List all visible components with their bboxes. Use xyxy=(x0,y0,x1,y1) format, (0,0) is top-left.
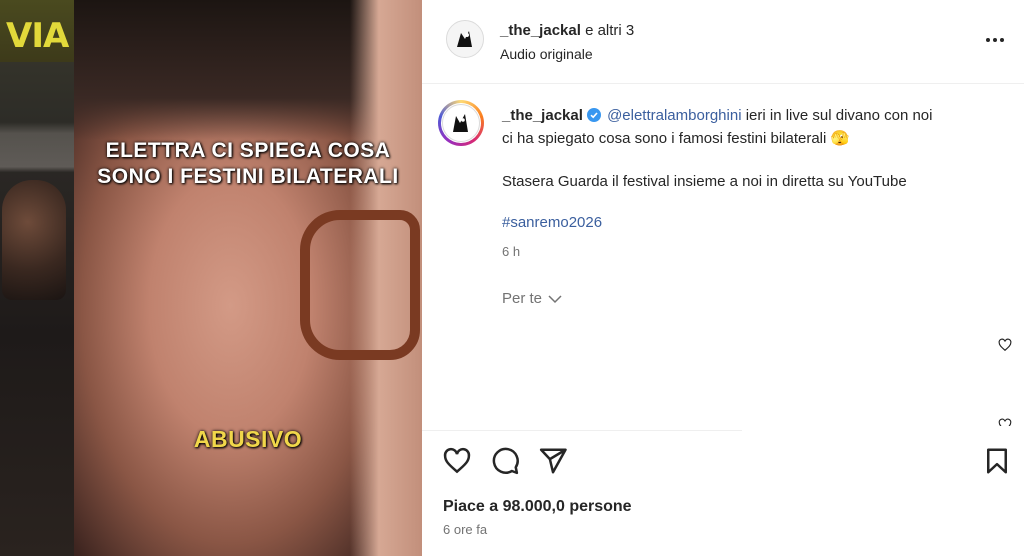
side-logo: VIA xyxy=(0,0,74,62)
header-coauthors[interactable]: e altri 3 xyxy=(585,22,634,39)
heart-icon[interactable] xyxy=(442,446,472,476)
previous-media-sliver: VIA xyxy=(0,0,74,556)
comment-like-icon[interactable] xyxy=(998,338,1012,352)
caption-text: _the_jackal @elettralamborghini ieri in … xyxy=(502,104,1002,193)
caption-username[interactable]: _the_jackal xyxy=(502,107,583,124)
header-username[interactable]: _the_jackal xyxy=(500,22,581,39)
divider xyxy=(422,430,742,431)
send-icon[interactable] xyxy=(538,446,568,476)
post-panel: _the_jackal e altri 3 Audio originale _t… xyxy=(422,0,1024,556)
caption-line1: ieri in live sul divano con noi xyxy=(741,107,933,124)
comment-like-icon-partial[interactable] xyxy=(998,418,1012,426)
audio-link[interactable]: Audio originale xyxy=(500,46,593,62)
caption-line2: ci ha spiegato cosa sono i famosi festin… xyxy=(502,130,850,147)
post-time[interactable]: 6 ore fa xyxy=(443,522,487,537)
verified-badge-icon xyxy=(586,108,601,122)
mention-link[interactable]: @elettralamborghini xyxy=(607,107,741,124)
jackal-logo-icon xyxy=(453,114,468,132)
post-header: _the_jackal e altri 3 Audio originale xyxy=(422,0,1024,84)
comment-icon[interactable] xyxy=(490,446,520,476)
per-te-dropdown[interactable]: Per te xyxy=(502,290,562,307)
action-bar xyxy=(442,446,1007,478)
per-te-label: Per te xyxy=(502,290,543,307)
chevron-down-icon xyxy=(548,294,562,303)
video-caption-bottom: ABUSIVO xyxy=(193,426,303,452)
bookmark-icon[interactable] xyxy=(982,446,1012,476)
avatar[interactable] xyxy=(446,20,484,58)
avatar-story-ring[interactable] xyxy=(438,100,484,146)
more-options-icon[interactable] xyxy=(982,28,1008,52)
video-caption-top: ELETTRA CI SPIEGA COSA SONO I FESTINI BI… xyxy=(97,139,399,188)
video-glasses xyxy=(300,210,420,360)
likes-count[interactable]: Piace a 98.000,0 persone xyxy=(443,498,632,516)
header-authors[interactable]: _the_jackal e altri 3 xyxy=(500,22,634,39)
post-media[interactable]: VIA ELETTRA CI SPIEGA COSA SONO I FESTIN… xyxy=(0,0,422,556)
side-person-image xyxy=(2,180,66,300)
comment-time[interactable]: 6 h xyxy=(502,244,520,259)
hashtag-link[interactable]: #sanremo2026 xyxy=(502,214,602,231)
caption-line3: Stasera Guarda il festival insieme a noi… xyxy=(502,173,907,190)
